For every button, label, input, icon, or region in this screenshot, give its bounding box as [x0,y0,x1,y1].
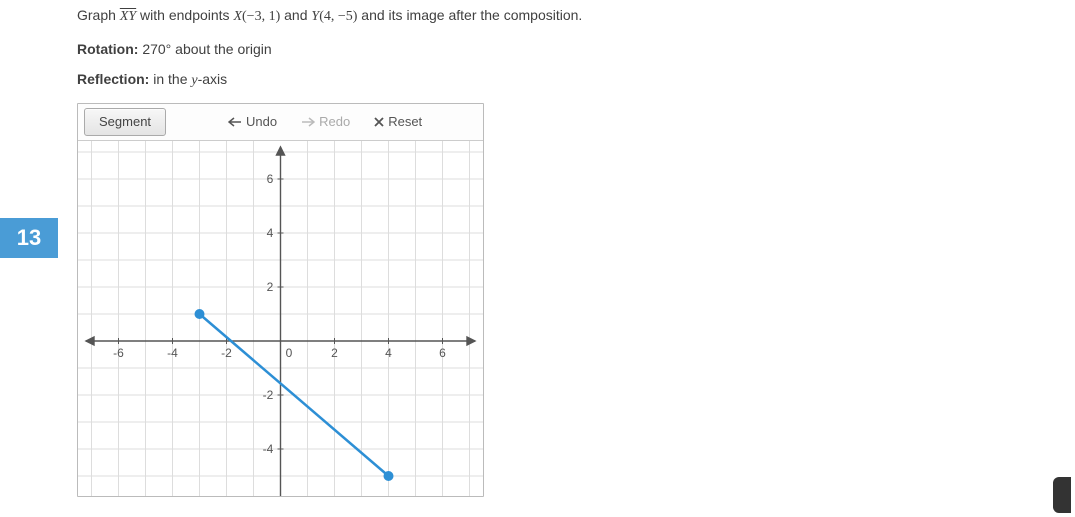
endpoint-x[interactable] [195,309,205,319]
reflection-label: Reflection: [77,71,149,87]
rotation-value: 270° about the origin [138,41,271,57]
problem-number: 13 [0,218,58,258]
instruction-text: Graph XY with endpoints X(−3, 1) and Y(4… [77,6,1065,27]
undo-icon [228,117,242,127]
segment-name: XY [120,9,136,24]
xlabel-n6: -6 [113,346,124,360]
xlabel-6: 6 [439,346,446,360]
graph-canvas[interactable]: -6 -4 -2 0 2 4 6 -4 -2 2 4 6 [78,141,483,496]
ylabel-n4: -4 [263,442,274,456]
point-x-label: X [233,9,242,24]
xlabel-2: 2 [331,346,338,360]
rotation-label: Rotation: [77,41,138,57]
ylabel-6: 6 [267,172,274,186]
reflection-line: Reflection: in the y-axis [77,71,1065,89]
graph-toolbar: Segment Undo Redo Reset [78,104,483,141]
xlabel-n2: -2 [221,346,232,360]
t1: Graph [77,7,120,23]
reflection-pre: in the [149,71,191,87]
graph-widget: Segment Undo Redo Reset [77,103,484,497]
ylabel-2: 2 [267,280,274,294]
reflection-post: -axis [198,71,228,87]
point-x-coords: (−3, 1) [242,9,280,24]
endpoint-y[interactable] [384,471,394,481]
redo-label: Redo [319,114,350,129]
ylabel-4: 4 [267,226,274,240]
redo-icon [301,117,315,127]
t3: and [280,7,311,23]
close-icon [374,117,384,127]
reset-button[interactable]: Reset [374,114,422,129]
xlabel-n4: -4 [167,346,178,360]
undo-label: Undo [246,114,277,129]
t2: with endpoints [136,7,233,23]
coordinate-grid: -6 -4 -2 0 2 4 6 -4 -2 2 4 6 [78,141,483,496]
segment-tool-button[interactable]: Segment [84,108,166,136]
xlabel-4: 4 [385,346,392,360]
undo-button[interactable]: Undo [228,114,277,129]
xlabel-0: 0 [286,346,293,360]
reset-label: Reset [388,114,422,129]
point-y-coords: (4, −5) [319,9,357,24]
side-handle[interactable] [1053,477,1071,513]
ylabel-n2: -2 [263,388,274,402]
t4: and its image after the composition. [357,7,582,23]
rotation-line: Rotation: 270° about the origin [77,41,1065,57]
redo-button[interactable]: Redo [301,114,350,129]
